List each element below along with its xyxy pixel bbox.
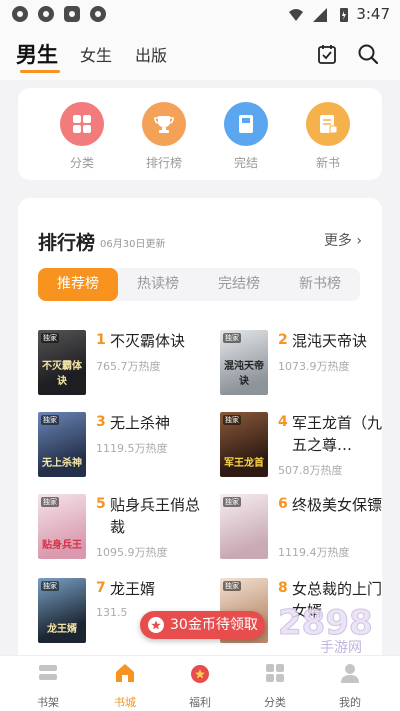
category-entry-new[interactable]: 新书 <box>298 102 358 171</box>
coin-reward-banner[interactable]: 30金币待领取 <box>140 611 265 639</box>
filter-recommend[interactable]: 推荐榜 <box>38 268 118 301</box>
filter-hot[interactable]: 热读榜 <box>118 268 198 301</box>
filter-finished[interactable]: 完结榜 <box>199 268 279 301</box>
book-heat: 507.8万热度 <box>278 464 343 477</box>
clock: 3:47 <box>356 5 390 23</box>
search-icon[interactable] <box>357 43 379 65</box>
book-rank: 2 <box>278 332 288 348</box>
book-item[interactable]: 独家 不灭霸体诀 1 不灭霸体诀 765.7万热度 <box>38 330 208 414</box>
book-heat: 1095.9万热度 <box>96 546 168 559</box>
chevron-right-icon: › <box>356 233 362 249</box>
book-title: 终极美女保镖 <box>292 496 382 514</box>
battery-icon <box>340 8 348 22</box>
filter-new[interactable]: 新书榜 <box>280 268 360 301</box>
notification-icon <box>90 6 106 22</box>
bottom-nav: 书架 书城 福利 分类 我的 <box>0 655 400 711</box>
nav-category[interactable]: 分类 <box>245 662 305 710</box>
category-entry-classify[interactable]: 分类 <box>52 102 112 171</box>
category-label: 新书 <box>315 156 340 170</box>
category-entry-ranking[interactable]: 排行榜 <box>134 102 194 171</box>
book-icon <box>224 102 268 146</box>
status-bar: 3:47 <box>0 0 400 30</box>
wifi-icon <box>289 9 303 21</box>
nav-welfare[interactable]: 福利 <box>170 662 230 710</box>
book-rank: 1 <box>96 332 106 348</box>
book-cover[interactable]: 独家 龙王婿 <box>38 578 86 643</box>
book-title: 不灭霸体诀 <box>110 332 186 350</box>
svg-text:手游网: 手游网 <box>320 640 362 656</box>
image-icon <box>64 6 80 22</box>
tab-female[interactable]: 女生 <box>80 42 112 66</box>
book-rank: 4 <box>278 414 288 430</box>
book-item[interactable]: 独家 无上杀神 3 无上杀神 1119.5万热度 <box>38 412 208 496</box>
tab-publish[interactable]: 出版 <box>135 42 167 66</box>
book-title: 龙王婿 <box>110 580 156 598</box>
book-heat: 765.7万热度 <box>96 360 161 373</box>
bookshelf-icon <box>39 665 57 680</box>
category-card: 分类 排行榜 完结 新书 <box>18 88 382 180</box>
book-rank: 6 <box>278 496 288 512</box>
ranking-update-date: 06月30日更新 <box>100 239 166 250</box>
book-heat: 1119.5万热度 <box>96 442 168 455</box>
book-title: 无上杀神 <box>110 414 171 432</box>
book-rank: 5 <box>96 496 106 512</box>
nav-bookstore[interactable]: 书城 <box>95 662 155 710</box>
profile-icon <box>341 664 359 683</box>
svg-text:2898: 2898 <box>278 603 373 643</box>
book-cover[interactable]: 独家 <box>220 494 268 559</box>
checkin-icon[interactable] <box>316 43 338 65</box>
book-title: 贴身兵王俏总裁 <box>110 496 201 536</box>
more-link[interactable]: 更多 › <box>324 230 362 250</box>
nav-bookshelf[interactable]: 书架 <box>18 662 78 710</box>
book-cover[interactable]: 独家 无上杀神 <box>38 412 86 477</box>
book-item[interactable]: 独家 6 终极美女保镖 1119.4万热度 <box>220 494 382 578</box>
ranking-title: 排行榜 <box>38 232 96 254</box>
book-item[interactable]: 独家 贴身兵王 5 贴身兵王俏总裁 1095.9万热度 <box>38 494 208 578</box>
category-icon <box>60 102 104 146</box>
notification-icon <box>38 6 54 22</box>
signal-icon <box>313 8 327 22</box>
notification-icon <box>12 6 28 22</box>
tab-male[interactable]: 男生 <box>16 39 58 69</box>
new-book-icon <box>306 102 350 146</box>
book-item[interactable]: 独家 混沌天帝诀 2 混沌天帝诀 1073.9万热度 <box>220 330 382 414</box>
nav-profile[interactable]: 我的 <box>320 662 380 710</box>
book-rank: 8 <box>278 580 288 596</box>
book-cover[interactable]: 独家 不灭霸体诀 <box>38 330 86 395</box>
star-icon <box>148 617 164 633</box>
category-label: 分类 <box>69 156 94 170</box>
top-nav: 男生 女生 出版 <box>0 30 400 80</box>
watermark-logo: 2898 手游网 <box>278 603 374 657</box>
book-rank: 7 <box>96 580 106 596</box>
book-item[interactable]: 独家 军王龙首 4 军王龙首（九五之尊… 507.8万热度 <box>220 412 382 496</box>
book-heat: 1073.9万热度 <box>278 360 350 373</box>
category-entry-finished[interactable]: 完结 <box>216 102 276 171</box>
category-icon <box>266 664 284 682</box>
category-label: 完结 <box>233 156 258 170</box>
book-cover[interactable]: 独家 军王龙首 <box>220 412 268 477</box>
bookstore-icon <box>116 664 134 682</box>
category-label: 排行榜 <box>145 156 182 170</box>
ranking-card: 排行榜 06月30日更新 更多 › 推荐榜 热读榜 完结榜 新书榜 独家 不灭霸… <box>18 198 382 668</box>
book-rank: 3 <box>96 414 106 430</box>
trophy-icon <box>142 102 186 146</box>
book-heat: 131.5 <box>96 606 128 619</box>
book-title: 军王龙首（九五之尊… <box>292 414 382 454</box>
book-cover[interactable]: 独家 混沌天帝诀 <box>220 330 268 395</box>
ranking-filter-bar: 推荐榜 热读榜 完结榜 新书榜 <box>38 268 360 301</box>
book-cover[interactable]: 独家 贴身兵王 <box>38 494 86 559</box>
book-heat: 1119.4万热度 <box>278 546 350 559</box>
gift-icon <box>191 665 209 683</box>
book-title: 混沌天帝诀 <box>292 332 368 350</box>
active-tab-indicator <box>20 70 60 73</box>
